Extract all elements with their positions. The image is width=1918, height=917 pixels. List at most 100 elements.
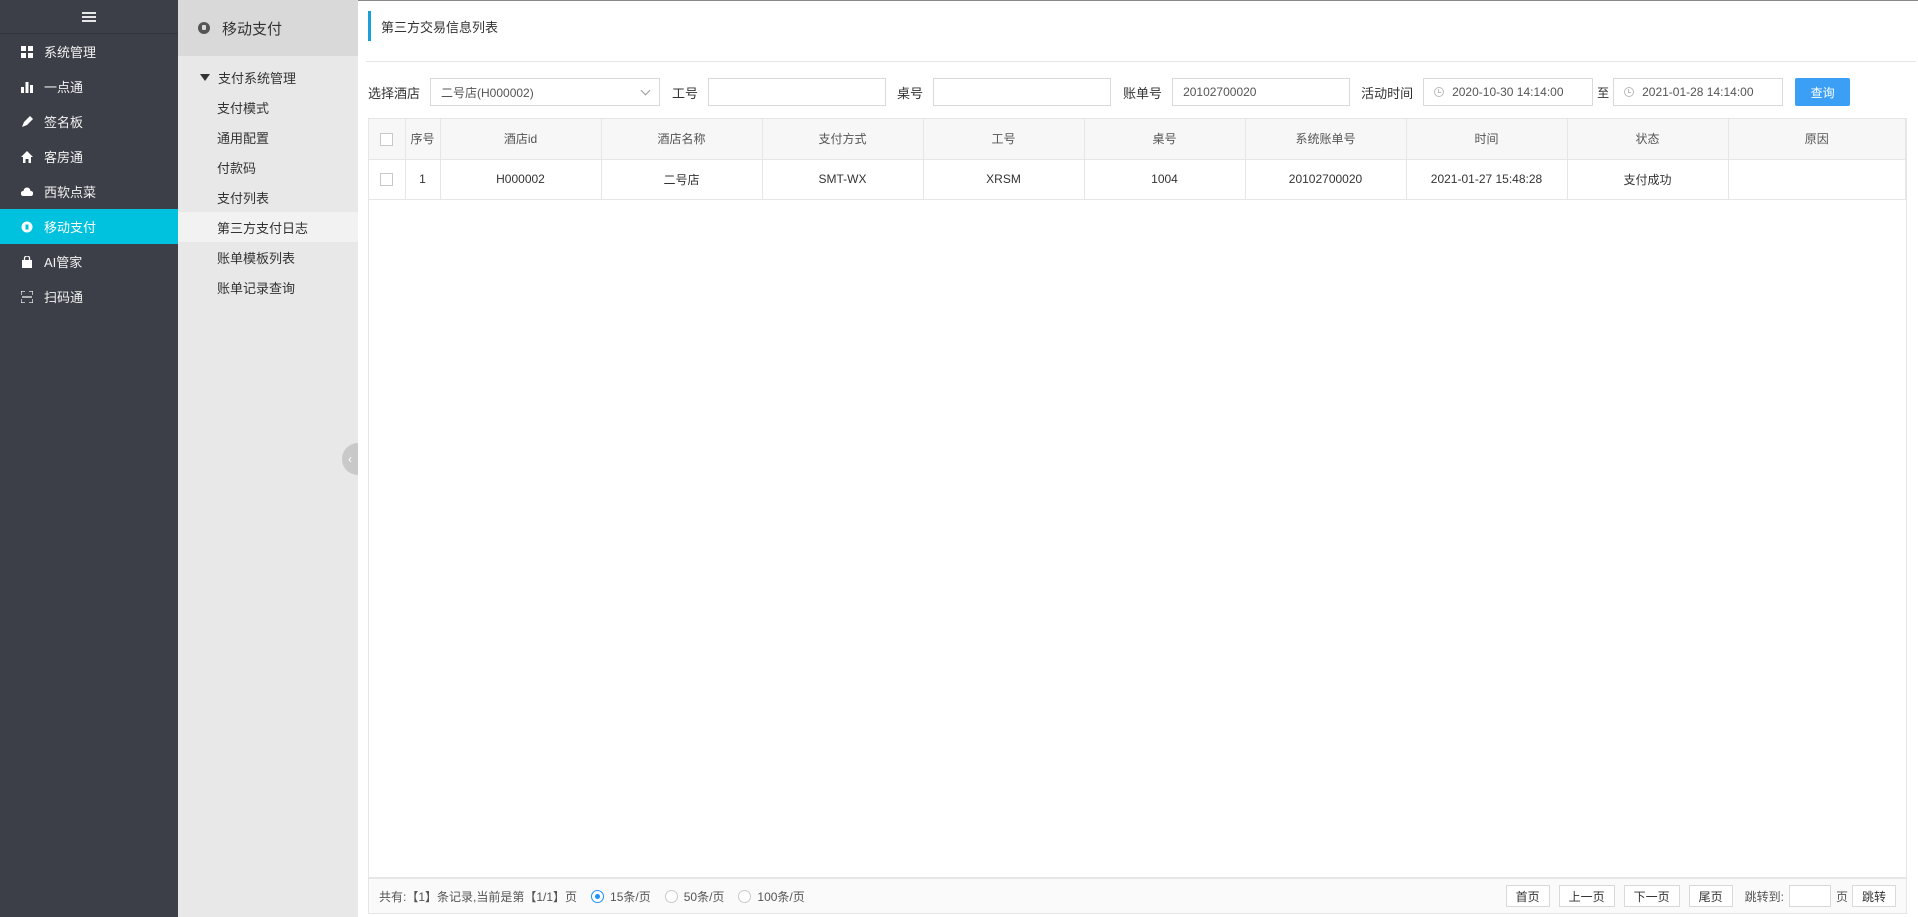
nav-item-label: 客房通	[44, 150, 84, 165]
next-page-button[interactable]: 下一页	[1623, 885, 1680, 907]
table-row[interactable]: 1 H000002 二号店 SMT-WX XRSM 1004 201027000…	[369, 159, 1906, 200]
main-content: 第三方交易信息列表 选择酒店 二号店(H000002) 工号 桌号 账单号 20…	[358, 0, 1918, 917]
jump-label: 跳转到:	[1744, 889, 1784, 904]
table-cell: 20102700020	[1245, 159, 1407, 200]
last-page-button[interactable]: 尾页	[1688, 885, 1733, 907]
row-select-cell	[369, 159, 406, 200]
column-header[interactable]: 状态	[1567, 119, 1729, 160]
table-cell: 2021-01-27 15:48:28	[1406, 159, 1568, 200]
bar-chart-icon	[20, 80, 34, 94]
nav-item-yidiantong[interactable]: 一点通	[0, 69, 178, 104]
bill-number-input[interactable]: 20102700020	[1172, 78, 1351, 106]
sub-nav-item-third-party-log[interactable]: 第三方支付日志	[178, 212, 358, 242]
column-header[interactable]: 时间	[1406, 119, 1568, 160]
page-size-15-radio[interactable]	[591, 889, 605, 903]
start-time-input[interactable]: 2020-10-30 14:14:00	[1423, 78, 1594, 106]
sub-nav-title: 移动支付	[222, 20, 283, 38]
page-size-100-radio[interactable]	[738, 889, 752, 903]
table-cell: 支付成功	[1567, 159, 1729, 200]
sub-nav-group-payment-system[interactable]: 支付系统管理	[178, 62, 358, 92]
scan-icon	[20, 290, 34, 304]
select-all-cell	[369, 119, 406, 160]
pagination-bar: 共有:【1】条记录,当前是第【1/1】页 15条/页 50条/页 100条/页 …	[368, 878, 1907, 914]
staff-input[interactable]	[708, 78, 887, 106]
nav-item-ai[interactable]: AI管家	[0, 244, 178, 279]
table-label: 桌号	[897, 85, 924, 101]
clock-icon	[1434, 87, 1445, 97]
chevron-down-icon	[640, 85, 651, 95]
nav-item-mobile-pay[interactable]: 移动支付	[0, 209, 178, 244]
table-cell: XRSM	[923, 159, 1085, 200]
bag-icon	[20, 255, 34, 269]
table-cell: SMT-WX	[762, 159, 924, 200]
divider	[366, 61, 1916, 62]
row-checkbox[interactable]	[380, 173, 394, 187]
column-header[interactable]: 原因	[1728, 119, 1906, 160]
prev-page-button[interactable]: 上一页	[1558, 885, 1615, 907]
main-nav: 系统管理 一点通 签名板 客房通 西软点菜 移动支付 AI管家 扫码通	[0, 0, 178, 917]
end-time-input[interactable]: 2021-01-28 14:14:00	[1613, 78, 1784, 106]
sub-nav-header: 移动支付	[178, 0, 358, 56]
pagination-info: 共有:【1】条记录,当前是第【1/1】页 15条/页 50条/页 100条/页	[379, 888, 805, 905]
sub-nav-group-label: 支付系统管理	[218, 70, 297, 86]
column-header[interactable]: 工号	[923, 119, 1085, 160]
sub-nav-item-pay-code[interactable]: 付款码	[178, 152, 358, 182]
nav-item-label: AI管家	[44, 255, 83, 270]
query-button[interactable]: 查询	[1795, 78, 1851, 106]
table-number-input[interactable]	[933, 78, 1112, 106]
first-page-button[interactable]: 首页	[1505, 885, 1550, 907]
column-header[interactable]: 支付方式	[762, 119, 924, 160]
page-title: 第三方交易信息列表	[368, 11, 498, 41]
column-header[interactable]: 酒店id	[440, 119, 602, 160]
wallet-icon	[198, 22, 210, 34]
table-header-row: 序号 酒店id 酒店名称 支付方式 工号 桌号 系统账单号 时间 状态 原因	[369, 119, 1906, 160]
sub-nav-item-bill-template[interactable]: 账单模板列表	[178, 242, 358, 272]
nav-item-system[interactable]: 系统管理	[0, 34, 178, 69]
wallet-icon	[20, 220, 34, 234]
column-header[interactable]: 桌号	[1084, 119, 1246, 160]
bill-label: 账单号	[1123, 85, 1163, 101]
table-cell: H000002	[440, 159, 602, 200]
nav-item-order[interactable]: 西软点菜	[0, 174, 178, 209]
sub-nav-item-pay-list[interactable]: 支付列表	[178, 182, 358, 212]
column-header[interactable]: 系统账单号	[1245, 119, 1407, 160]
nav-item-label: 一点通	[44, 80, 84, 95]
end-time-value: 2021-01-28 14:14:00	[1642, 85, 1754, 99]
caret-down-icon	[200, 73, 210, 81]
nav-item-room[interactable]: 客房通	[0, 139, 178, 174]
sub-nav-item-bill-record[interactable]: 账单记录查询	[178, 272, 358, 302]
filter-bar: 选择酒店 二号店(H000002) 工号 桌号 账单号 20102700020 …	[368, 78, 1851, 106]
page-size-100-label: 100条/页	[757, 889, 805, 904]
page-unit: 页	[1835, 889, 1848, 904]
page-size-50-label: 50条/页	[683, 889, 725, 904]
nav-item-label: 西软点菜	[44, 185, 97, 200]
transaction-table: 序号 酒店id 酒店名称 支付方式 工号 桌号 系统账单号 时间 状态 原因 1…	[368, 118, 1907, 878]
nav-item-label: 系统管理	[44, 45, 97, 60]
cloud-icon	[20, 185, 34, 199]
time-separator: 至	[1597, 85, 1610, 100]
page-size-50-radio[interactable]	[664, 889, 678, 903]
hotel-select[interactable]: 二号店(H000002)	[430, 78, 661, 106]
page-size-15-label: 15条/页	[610, 889, 651, 904]
table-cell: 1004	[1084, 159, 1246, 200]
nav-item-label: 移动支付	[44, 220, 97, 235]
start-time-value: 2020-10-30 14:14:00	[1452, 85, 1564, 99]
clock-icon	[1624, 87, 1635, 97]
hamburger-icon	[82, 11, 96, 22]
grid-icon	[20, 45, 34, 59]
chevron-left-icon: ‹	[348, 452, 352, 466]
jump-page-input[interactable]	[1788, 885, 1831, 907]
table-cell: 1	[405, 159, 441, 200]
nav-item-signature[interactable]: 签名板	[0, 104, 178, 139]
sub-nav-item-pay-mode[interactable]: 支付模式	[178, 92, 358, 122]
column-header[interactable]: 酒店名称	[601, 119, 763, 160]
select-all-checkbox[interactable]	[380, 132, 394, 146]
jump-button[interactable]: 跳转	[1851, 885, 1896, 907]
staff-label: 工号	[672, 85, 699, 101]
sub-nav-item-general-config[interactable]: 通用配置	[178, 122, 358, 152]
nav-item-scan[interactable]: 扫码通	[0, 279, 178, 314]
time-label: 活动时间	[1361, 85, 1414, 101]
nav-item-label: 扫码通	[44, 290, 84, 305]
column-header[interactable]: 序号	[405, 119, 441, 160]
menu-toggle-button[interactable]	[0, 0, 178, 34]
